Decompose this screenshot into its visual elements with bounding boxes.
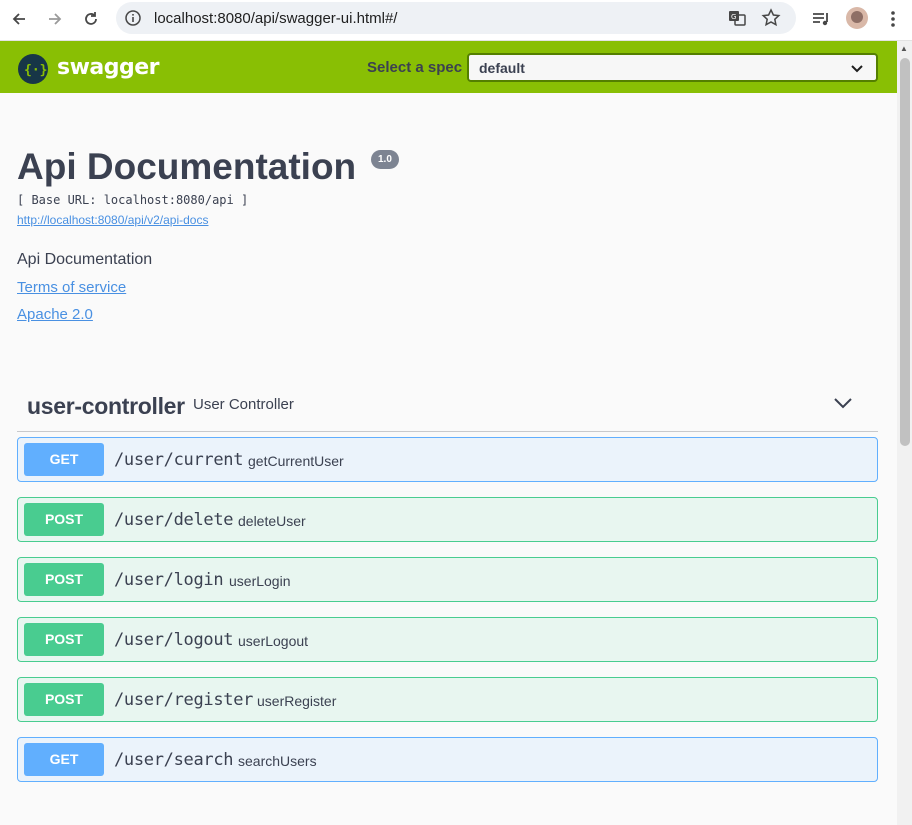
operation-get-user-current[interactable]: GET /user/current getCurrentUser	[17, 437, 878, 482]
method-badge: POST	[24, 683, 104, 716]
operation-path: /user/register	[114, 690, 254, 710]
forward-icon[interactable]	[40, 4, 70, 34]
base-url: [ Base URL: localhost:8080/api ]	[17, 193, 249, 207]
version-badge: 1.0	[371, 150, 399, 169]
svg-text:G: G	[731, 13, 736, 21]
operation-summary: deleteUser	[238, 513, 306, 529]
method-badge: POST	[24, 563, 104, 596]
tag-name: user-controller	[27, 393, 185, 419]
operation-path: /user/login	[114, 570, 224, 590]
method-badge: GET	[24, 743, 104, 776]
license-link[interactable]: Apache 2.0	[17, 306, 93, 323]
operation-summary: searchUsers	[238, 753, 317, 769]
operation-path: /user/search	[114, 750, 234, 770]
svg-text:{·}: {·}	[24, 63, 47, 78]
operation-post-user-register[interactable]: POST /user/register userRegister	[17, 677, 878, 722]
bookmark-star-icon[interactable]	[761, 8, 781, 28]
operation-post-user-delete[interactable]: POST /user/delete deleteUser	[17, 497, 878, 542]
tag-user-controller[interactable]: user-controller User Controller	[17, 384, 878, 432]
chevron-down-icon[interactable]	[833, 393, 853, 413]
operation-summary: userLogout	[238, 633, 309, 649]
reload-icon[interactable]	[76, 4, 106, 34]
address-bar[interactable]: localhost:8080/api/swagger-ui.html#/ G	[116, 2, 796, 34]
operation-summary: userLogin	[229, 573, 291, 589]
tag-description: User Controller	[193, 396, 294, 413]
operation-get-user-search[interactable]: GET /user/search searchUsers	[17, 737, 878, 782]
browser-toolbar: localhost:8080/api/swagger-ui.html#/ G	[0, 0, 912, 41]
profile-avatar[interactable]	[846, 7, 868, 29]
back-icon[interactable]	[4, 4, 34, 34]
api-description: Api Documentation	[17, 251, 153, 268]
url-text: localhost:8080/api/swagger-ui.html#/	[154, 10, 398, 27]
select-spec-label: Select a spec	[367, 59, 463, 76]
operation-post-user-login[interactable]: POST /user/login userLogin	[17, 557, 878, 602]
method-badge: POST	[24, 503, 104, 536]
operation-path: /user/delete	[114, 510, 234, 530]
spec-select-value: default	[479, 60, 525, 76]
swagger-topbar: {·} swagger Select a spec default	[0, 41, 897, 93]
operation-post-user-logout[interactable]: POST /user/logout userLogout	[17, 617, 878, 662]
chevron-down-icon	[851, 65, 863, 73]
media-controls-icon[interactable]	[810, 8, 832, 30]
page-title: Api Documentation	[17, 146, 357, 187]
terms-of-service-link[interactable]: Terms of service	[17, 279, 126, 296]
operation-summary: userRegister	[257, 693, 337, 709]
api-docs-link[interactable]: http://localhost:8080/api/v2/api-docs	[17, 213, 208, 227]
operation-path: /user/logout	[114, 630, 234, 650]
operation-summary: getCurrentUser	[248, 453, 344, 469]
site-info-icon[interactable]	[124, 9, 142, 27]
translate-icon[interactable]: G	[727, 8, 747, 28]
spec-select[interactable]: default	[467, 53, 878, 82]
method-badge: GET	[24, 443, 104, 476]
method-badge: POST	[24, 623, 104, 656]
swagger-logo-icon[interactable]: {·}	[18, 54, 48, 84]
scroll-up-arrow-icon[interactable]: ▲	[900, 44, 908, 53]
operation-path: /user/current	[114, 450, 244, 470]
more-menu-icon[interactable]	[882, 8, 904, 30]
scrollbar-thumb[interactable]	[900, 58, 910, 446]
swagger-logo-text[interactable]: swagger	[57, 55, 160, 80]
